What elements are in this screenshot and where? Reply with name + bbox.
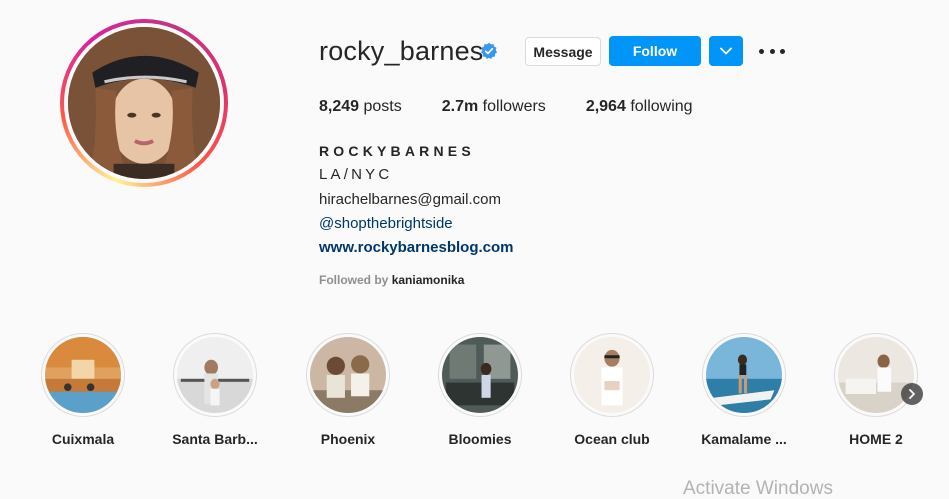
highlight-cover (41, 333, 125, 417)
highlight-thumbnail (45, 337, 121, 413)
highlight-image (574, 337, 650, 413)
bio-handle-link[interactable]: @shopthebrightside (319, 215, 453, 232)
highlight-image (706, 337, 782, 413)
followed-by[interactable]: Followed by kaniamonika (319, 273, 464, 287)
bio-name: ROCKYBARNES (319, 143, 475, 159)
highlight-item[interactable]: Ocean club (567, 333, 657, 447)
chevron-right-icon (909, 389, 915, 399)
activate-windows-watermark: Activate Windows (683, 478, 833, 499)
profile-username: rocky_barnes (319, 36, 484, 66)
highlight-thumbnail (442, 337, 518, 413)
following-label: following (630, 98, 693, 115)
highlight-thumbnail (310, 337, 386, 413)
more-dot-icon (759, 48, 764, 54)
profile-avatar[interactable] (60, 19, 228, 187)
highlight-cover (834, 333, 918, 417)
posts-count: 8,249 (319, 98, 360, 115)
followers-count: 2.7m (441, 98, 479, 115)
highlight-cover (306, 333, 390, 417)
highlight-label: Cuixmala (51, 431, 115, 447)
highlight-label: Kamalame ... (701, 431, 787, 447)
more-options-button[interactable] (759, 44, 785, 58)
highlight-cover (570, 333, 654, 417)
avatar-illustration (68, 27, 220, 179)
bio-website-link[interactable]: www.rockybarnesblog.com (319, 239, 514, 256)
highlight-label: HOME 2 (849, 431, 903, 447)
highlight-thumbnail (706, 337, 782, 413)
highlight-item[interactable]: Phoenix (303, 333, 393, 447)
following-stat[interactable]: 2,964 following (586, 98, 693, 116)
highlight-label: Santa Barb... (172, 431, 258, 447)
highlight-item[interactable]: Bloomies (435, 333, 525, 447)
following-count: 2,964 (585, 98, 626, 115)
message-button[interactable]: Message (525, 37, 601, 66)
highlight-item[interactable]: Santa Barb... (170, 333, 260, 447)
highlight-image (45, 337, 121, 413)
posts-stat: 8,249 posts (319, 98, 402, 116)
highlight-cover (438, 333, 522, 417)
highlight-image (177, 337, 253, 413)
highlight-image (310, 337, 386, 413)
highlight-cover (173, 333, 257, 417)
highlight-label: Phoenix (320, 431, 376, 447)
highlight-thumbnail (838, 337, 914, 413)
avatar-photo (68, 27, 220, 179)
followed-by-user: kaniamonika (391, 273, 465, 287)
highlight-thumbnail (574, 337, 650, 413)
followed-by-prefix: Followed by (319, 273, 389, 287)
bio-email: hirachelbarnes@gmail.com (319, 191, 501, 208)
followers-label: followers (482, 98, 546, 115)
highlight-thumbnail (177, 337, 253, 413)
highlights-next-button[interactable] (901, 383, 923, 405)
highlight-label: Ocean club (574, 431, 650, 447)
highlight-label: Bloomies (448, 431, 512, 447)
suggested-accounts-dropdown-button[interactable] (709, 36, 743, 66)
follow-button[interactable]: Follow (609, 36, 701, 66)
more-dot-icon (769, 48, 775, 54)
posts-label: posts (363, 98, 402, 115)
verified-badge-icon (480, 42, 498, 60)
followers-stat[interactable]: 2.7m followers (442, 98, 546, 116)
highlight-item[interactable]: Cuixmala (38, 333, 128, 447)
chevron-down-icon (720, 47, 732, 55)
highlight-item[interactable]: Kamalame ... (699, 333, 789, 447)
bio-location: LA/NYC (319, 166, 393, 183)
highlight-image (838, 337, 914, 413)
more-dot-icon (780, 48, 785, 54)
profile-stats: 8,249 posts 2.7m followers 2,964 followi… (319, 98, 733, 116)
avatar-inner (64, 23, 224, 183)
highlight-cover (702, 333, 786, 417)
highlight-image (442, 337, 518, 413)
